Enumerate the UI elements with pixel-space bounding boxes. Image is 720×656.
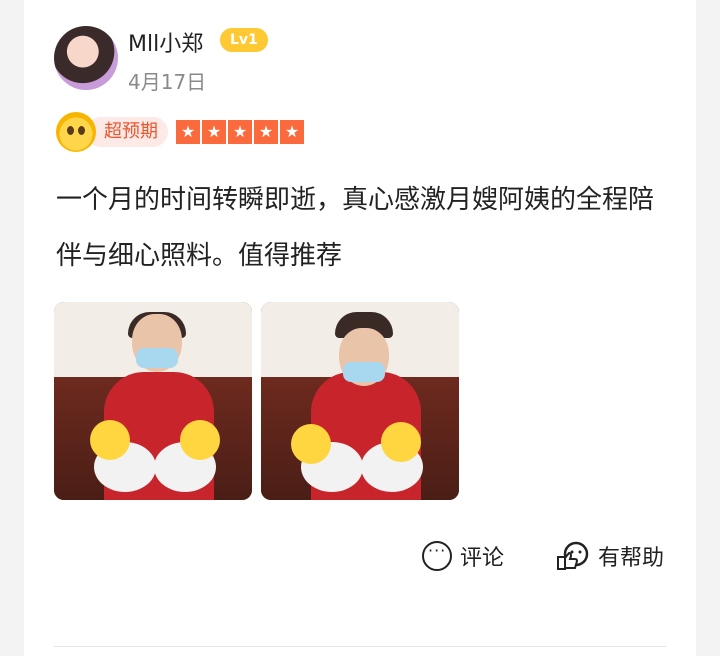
star-icon: ★ (254, 120, 278, 144)
divider (54, 646, 666, 647)
star-rating: ★ ★ ★ ★ ★ (176, 120, 304, 144)
helpful-icon (557, 541, 589, 570)
comment-button[interactable]: 评论 (422, 540, 504, 572)
helpful-button[interactable]: 有帮助 (556, 540, 664, 572)
star-icon: ★ (228, 120, 252, 144)
review-card: Mll小郑 Lv1 4月17日 超预期 ★ ★ ★ ★ ★ 一个月的时间转瞬即逝… (24, 0, 696, 656)
comment-icon (422, 541, 452, 571)
rating-badge: 超预期 ★ ★ ★ ★ ★ (56, 112, 304, 152)
helpful-label: 有帮助 (598, 546, 665, 571)
review-date: 4月17日 (128, 70, 207, 94)
username[interactable]: Mll小郑 (128, 26, 203, 58)
star-icon: ★ (202, 120, 226, 144)
star-icon: ★ (176, 120, 200, 144)
user-avatar[interactable] (54, 26, 118, 90)
surprised-emoji-icon (56, 112, 96, 152)
comment-label: 评论 (460, 546, 505, 571)
level-badge: Lv1 (220, 28, 268, 52)
rating-label: 超预期 (86, 117, 168, 147)
review-photo-2[interactable] (261, 302, 459, 500)
review-text: 一个月的时间转瞬即逝，真心感激月嫂阿姨的全程陪伴与细心照料。值得推荐 (56, 185, 655, 271)
star-icon: ★ (280, 120, 304, 144)
review-photo-1[interactable] (54, 302, 252, 500)
